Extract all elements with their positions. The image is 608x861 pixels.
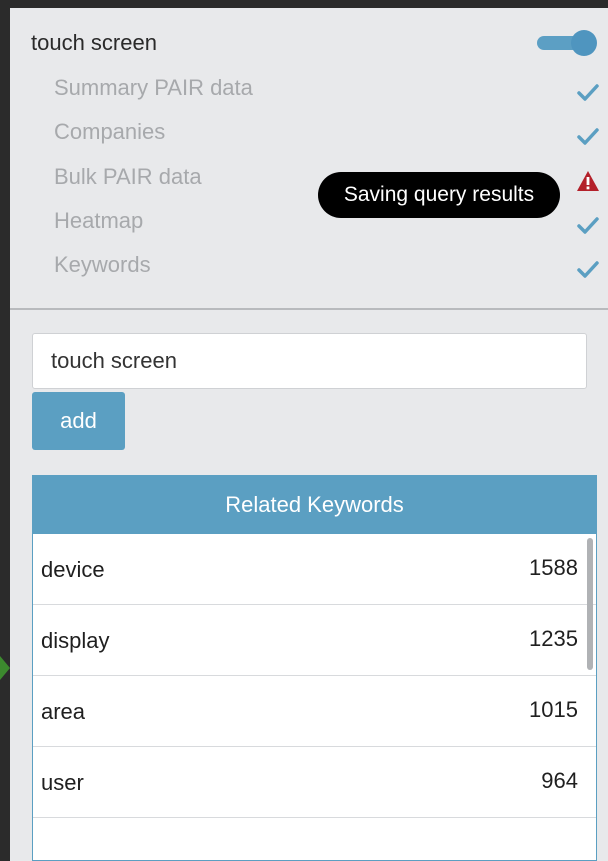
toggle-knob xyxy=(571,30,597,56)
keyword-text: display xyxy=(41,628,110,653)
related-keywords-table: Related Keywords device 1588 display 123… xyxy=(32,475,597,861)
check-icon xyxy=(577,217,599,234)
section-divider xyxy=(10,308,608,310)
saving-tooltip: Saving query results xyxy=(318,172,560,218)
keyword-count: 1015 xyxy=(529,697,578,722)
status-item-companies: Companies xyxy=(54,118,604,162)
status-label: Heatmap xyxy=(54,207,144,233)
table-row[interactable]: user 964 xyxy=(33,747,596,818)
table-row[interactable]: area 1015 xyxy=(33,676,596,747)
keyword-count: 1588 xyxy=(529,555,578,580)
warning-icon xyxy=(577,170,599,191)
add-button[interactable]: add xyxy=(32,392,125,450)
table-row[interactable] xyxy=(33,818,596,860)
status-label: Summary PAIR data xyxy=(54,75,253,100)
window-top-strip xyxy=(0,0,608,8)
check-icon xyxy=(577,261,599,278)
check-icon xyxy=(577,84,599,101)
table-scrollbar[interactable] xyxy=(587,538,593,670)
table-row[interactable]: device 1588 xyxy=(33,534,596,605)
query-panel: touch screen Summary PAIR data Companies… xyxy=(10,8,608,861)
status-item-keywords: Keywords xyxy=(54,251,604,295)
query-title: touch screen xyxy=(31,30,157,55)
keyword-count: 1235 xyxy=(529,626,578,651)
keyword-text: user xyxy=(41,770,84,795)
keyword-text: area xyxy=(41,699,86,724)
keyword-count: 964 xyxy=(541,768,578,793)
related-keywords-title: Related Keywords xyxy=(33,476,596,534)
keyword-input[interactable] xyxy=(32,333,587,389)
query-toggle[interactable] xyxy=(537,30,597,56)
expand-arrow-icon[interactable] xyxy=(0,656,10,680)
keyword-rows: device 1588 display 1235 area 1015 user … xyxy=(33,534,596,860)
status-label: Keywords xyxy=(54,252,151,278)
check-icon xyxy=(577,128,599,146)
window-left-strip xyxy=(0,0,10,861)
status-label: Companies xyxy=(54,119,166,145)
status-label: Bulk PAIR data xyxy=(54,163,202,189)
status-item-summary-pair-data: Summary PAIR data xyxy=(54,74,604,118)
keyword-text: device xyxy=(41,557,105,582)
table-row[interactable]: display 1235 xyxy=(33,605,596,676)
